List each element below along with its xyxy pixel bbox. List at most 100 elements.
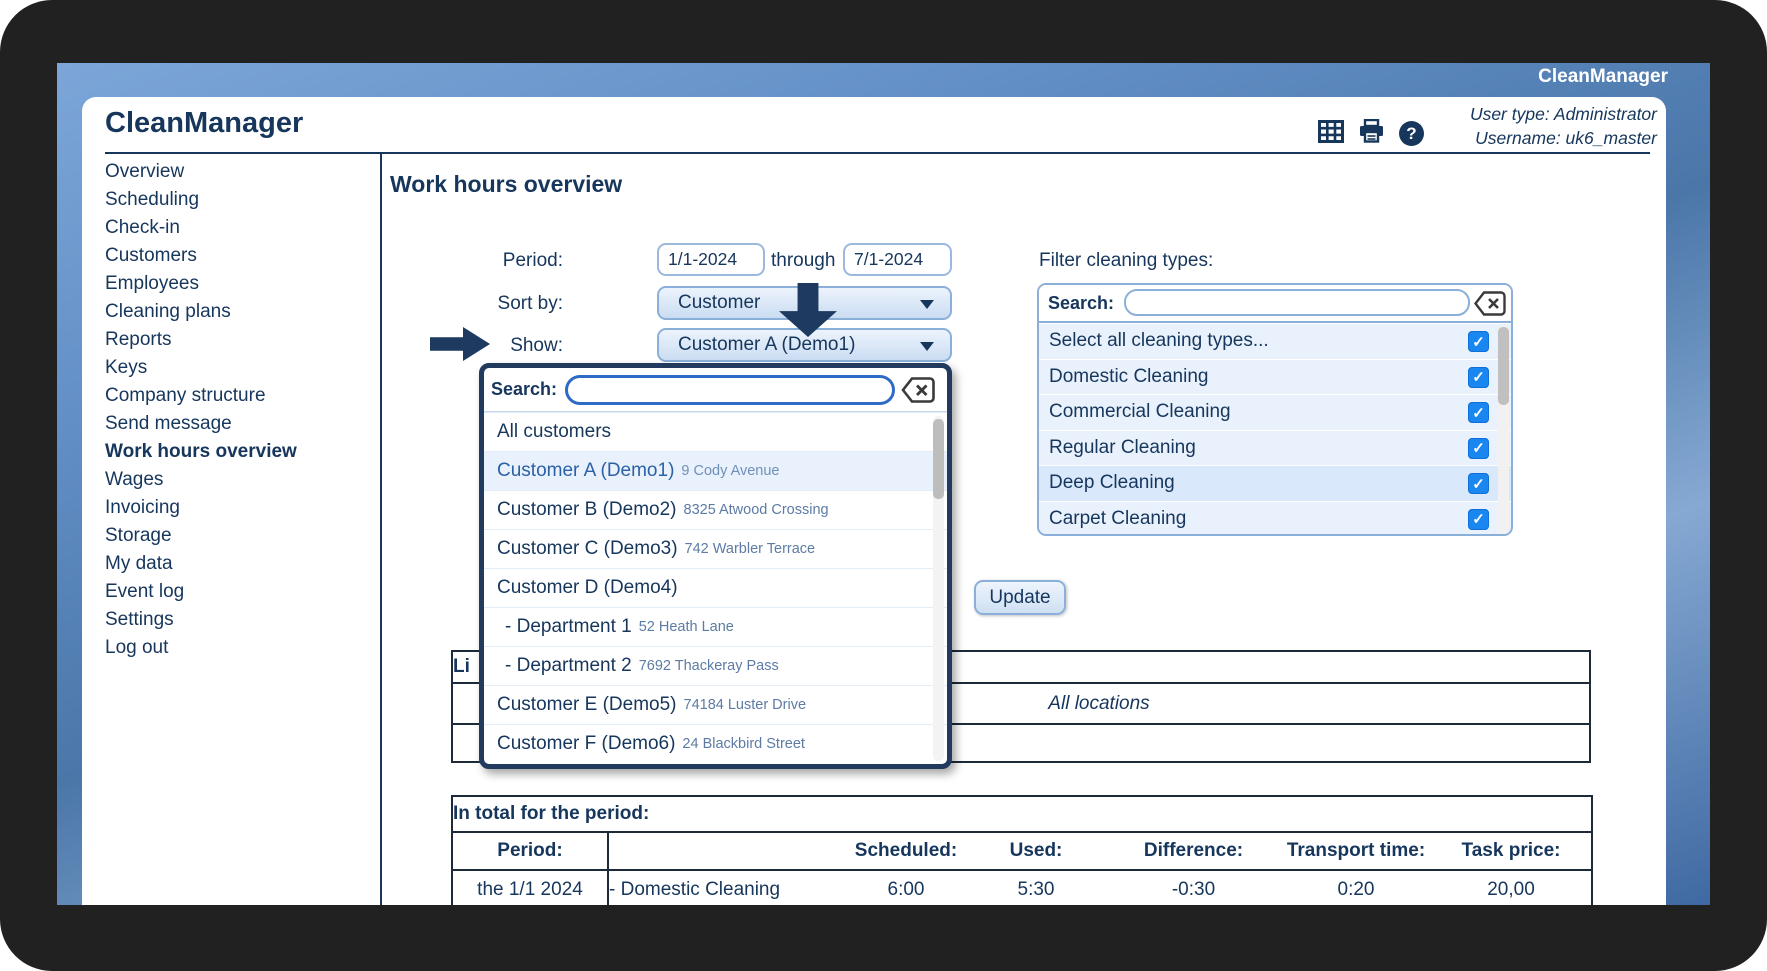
customer-option[interactable]: Customer D (Demo4) (484, 568, 947, 607)
sidebar-item-my-data[interactable]: My data (105, 550, 370, 578)
option-name: Customer C (Demo3) (497, 538, 678, 560)
period-from-input[interactable] (657, 243, 765, 276)
customer-option[interactable]: Customer C (Demo3) 742 Warbler Terrace (484, 529, 947, 568)
cleaning-option[interactable]: Regular Cleaning ✓ (1039, 430, 1511, 466)
sidebar-item-settings[interactable]: Settings (105, 606, 370, 634)
user-info: User type: Administrator Username: uk6_m… (1470, 102, 1657, 150)
sidebar-item-storage[interactable]: Storage (105, 522, 370, 550)
option-address: 7692 Thackeray Pass (639, 658, 779, 674)
app-background: CleanManager CleanManager (57, 63, 1710, 905)
sidebar-item-keys[interactable]: Keys (105, 354, 370, 382)
customer-search-input[interactable] (565, 375, 895, 405)
customer-option[interactable]: All customers (484, 412, 947, 451)
page-title: Work hours overview (390, 171, 622, 198)
sidebar-item-invoicing[interactable]: Invoicing (105, 494, 370, 522)
checkbox-checked[interactable]: ✓ (1468, 473, 1489, 494)
totals-header-cell (608, 832, 846, 870)
through-label: through (771, 250, 835, 272)
cleaning-option[interactable]: Select all cleaning types... ✓ (1039, 323, 1511, 359)
checkbox-checked[interactable]: ✓ (1468, 331, 1489, 352)
option-address: 24 Blackbird Street (682, 736, 805, 752)
cleaning-option[interactable]: Carpet Cleaning ✓ (1039, 501, 1511, 537)
totals-header-cell: Transport time: (1281, 832, 1431, 870)
option-address: 74184 Luster Drive (684, 697, 807, 713)
sidebar-item-customers[interactable]: Customers (105, 242, 370, 270)
cleaning-option-label: Select all cleaning types... (1049, 330, 1269, 352)
checkbox-checked[interactable]: ✓ (1468, 367, 1489, 388)
checkbox-checked[interactable]: ✓ (1468, 509, 1489, 530)
update-button[interactable]: Update (974, 580, 1066, 615)
totals-header-cell: Scheduled: (846, 832, 966, 870)
sort-by-value: Customer (678, 292, 760, 314)
backspace-clear-icon[interactable] (901, 376, 935, 404)
grid-icon[interactable] (1318, 120, 1344, 148)
backspace-clear-icon[interactable] (1474, 290, 1506, 317)
checkbox-checked[interactable]: ✓ (1468, 402, 1489, 423)
cleaning-filter-title: Filter cleaning types: (1039, 250, 1213, 272)
sidebar-item-employees[interactable]: Employees (105, 270, 370, 298)
brand-watermark: CleanManager (1538, 66, 1668, 88)
cleaning-option-label: Carpet Cleaning (1049, 508, 1186, 530)
cleaning-option-label: Domestic Cleaning (1049, 366, 1208, 388)
option-name: Customer F (Demo6) (497, 733, 675, 755)
sort-by-label: Sort by: (423, 293, 563, 315)
chevron-down-icon (920, 300, 934, 309)
totals-data-cell: - Domestic Cleaning (608, 870, 846, 905)
customer-option[interactable]: Customer B (Demo2) 8325 Atwood Crossing (484, 490, 947, 529)
totals-table: In total for the period: Period: Schedul… (451, 795, 1593, 905)
customer-option[interactable]: Customer E (Demo5) 74184 Luster Drive (484, 685, 947, 724)
cleaning-option[interactable]: Domestic Cleaning ✓ (1039, 359, 1511, 395)
screenshot-stage: CleanManager CleanManager (0, 0, 1767, 971)
filter-scrollbar (1498, 325, 1509, 534)
sidebar-item-check-in[interactable]: Check-in (105, 214, 370, 242)
option-name: Customer A (Demo1) (497, 460, 674, 482)
sidebar-item-log-out[interactable]: Log out (105, 634, 370, 662)
cleaning-option[interactable]: Deep Cleaning ✓ (1039, 465, 1511, 501)
help-icon[interactable]: ? (1399, 121, 1424, 146)
cleaning-option[interactable]: Commercial Cleaning ✓ (1039, 394, 1511, 430)
period-label: Period: (423, 250, 563, 272)
sidebar-item-reports[interactable]: Reports (105, 326, 370, 354)
sidebar-item-wages[interactable]: Wages (105, 466, 370, 494)
cleaning-search-input[interactable] (1124, 289, 1470, 316)
option-name: Customer E (Demo5) (497, 694, 677, 716)
totals-table-title: In total for the period: (452, 796, 1592, 832)
totals-header-cell: Difference: (1106, 832, 1281, 870)
customer-dropdown: Search: All customers Custome (479, 363, 952, 769)
totals-header-cell: Task price: (1431, 832, 1592, 870)
sidebar-item-overview[interactable]: Overview (105, 158, 370, 186)
option-name: Customer D (Demo4) (497, 577, 678, 599)
customer-option-selected[interactable]: Customer A (Demo1) 9 Cody Avenue (484, 451, 947, 490)
option-address: 9 Cody Avenue (681, 463, 779, 479)
show-value: Customer A (Demo1) (678, 334, 855, 356)
customer-option[interactable]: Customer F (Demo6) 24 Blackbird Street (484, 724, 947, 763)
sidebar-nav: Overview Scheduling Check-in Customers E… (105, 158, 370, 662)
content-divider (380, 154, 382, 905)
username-text: Username: uk6_master (1470, 126, 1657, 150)
sidebar-item-event-log[interactable]: Event log (105, 578, 370, 606)
customer-option-department[interactable]: - Department 2 7692 Thackeray Pass (484, 646, 947, 685)
option-name: Customer B (Demo2) (497, 499, 677, 521)
header-rule (105, 152, 1650, 154)
sidebar-item-cleaning-plans[interactable]: Cleaning plans (105, 298, 370, 326)
sidebar-item-send-message[interactable]: Send message (105, 410, 370, 438)
checkbox-checked[interactable]: ✓ (1468, 438, 1489, 459)
customer-option-department[interactable]: - Department 1 52 Heath Lane (484, 607, 947, 646)
customer-search-label: Search: (491, 379, 557, 400)
option-name: - Department 2 (505, 655, 632, 677)
option-name: All customers (497, 421, 611, 443)
period-to-input[interactable] (843, 243, 952, 276)
sidebar-item-work-hours-overview[interactable]: Work hours overview (105, 438, 370, 466)
sidebar-item-company-structure[interactable]: Company structure (105, 382, 370, 410)
chevron-down-icon (920, 342, 934, 351)
totals-header-cell: Period: (452, 832, 608, 870)
sidebar-item-scheduling[interactable]: Scheduling (105, 186, 370, 214)
customer-search-row: Search: (484, 368, 947, 412)
cleaning-option-label: Deep Cleaning (1049, 472, 1175, 494)
option-name: - Department 1 (505, 616, 632, 638)
scrollbar-thumb[interactable] (933, 419, 944, 499)
totals-data-cell: 0:20 (1281, 870, 1431, 905)
print-icon[interactable] (1358, 119, 1385, 148)
totals-data-cell: -0:30 (1106, 870, 1281, 905)
scrollbar-thumb[interactable] (1498, 327, 1509, 405)
